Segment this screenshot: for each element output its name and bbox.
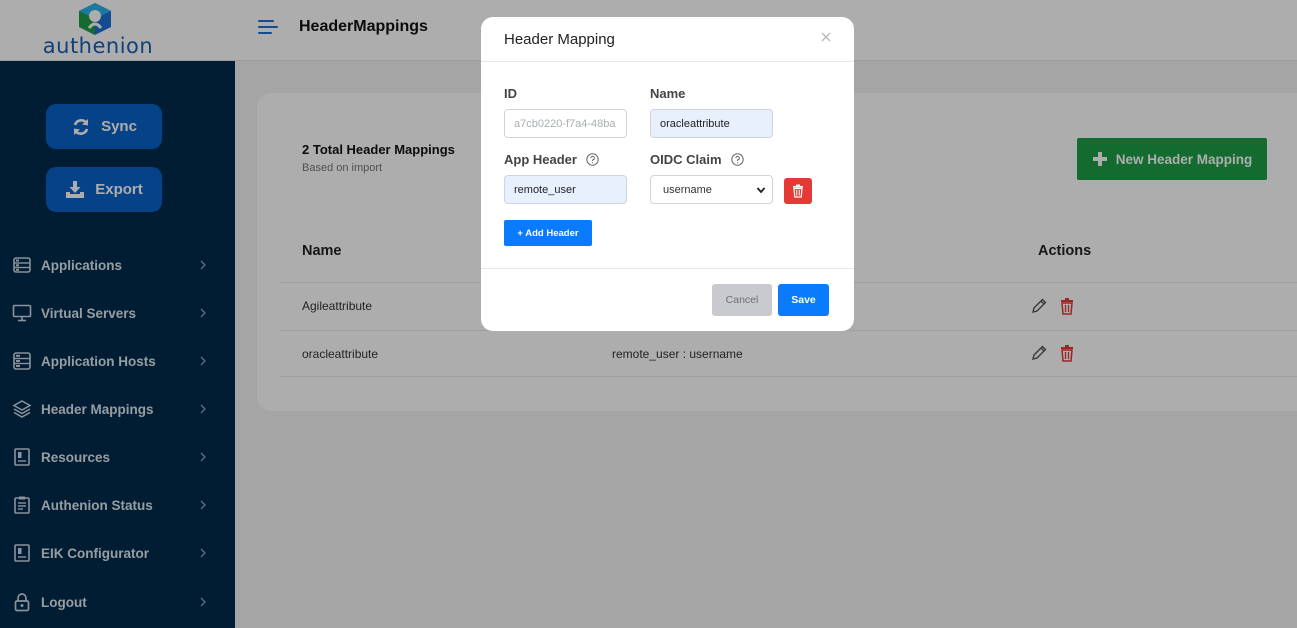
trash-icon [793, 184, 803, 198]
id-label: ID [504, 86, 517, 101]
modal-header-divider [481, 61, 854, 62]
close-icon[interactable] [819, 30, 833, 44]
save-button[interactable]: Save [778, 284, 829, 316]
header-mapping-modal: Header Mapping ID a7cb0220-f7a4-48ba Nam… [481, 17, 854, 331]
help-icon[interactable] [730, 153, 744, 166]
modal-footer-divider [481, 268, 854, 269]
oidc-claim-select[interactable]: username [650, 175, 773, 204]
app-header-label: App Header [504, 152, 599, 167]
modal-title: Header Mapping [504, 31, 615, 48]
name-field[interactable]: oracleattribute [650, 109, 773, 138]
id-field[interactable]: a7cb0220-f7a4-48ba [504, 109, 627, 138]
add-header-button[interactable]: + Add Header [504, 220, 592, 246]
chevron-down-icon [756, 187, 766, 194]
name-label: Name [650, 86, 686, 101]
oidc-claim-selected: username [663, 183, 712, 196]
cancel-button[interactable]: Cancel [712, 284, 772, 316]
help-icon[interactable] [586, 153, 599, 166]
delete-header-button[interactable] [784, 178, 812, 204]
oidc-claim-label: OIDC Claim [650, 152, 744, 167]
app-header-field[interactable]: remote_user [504, 175, 627, 204]
